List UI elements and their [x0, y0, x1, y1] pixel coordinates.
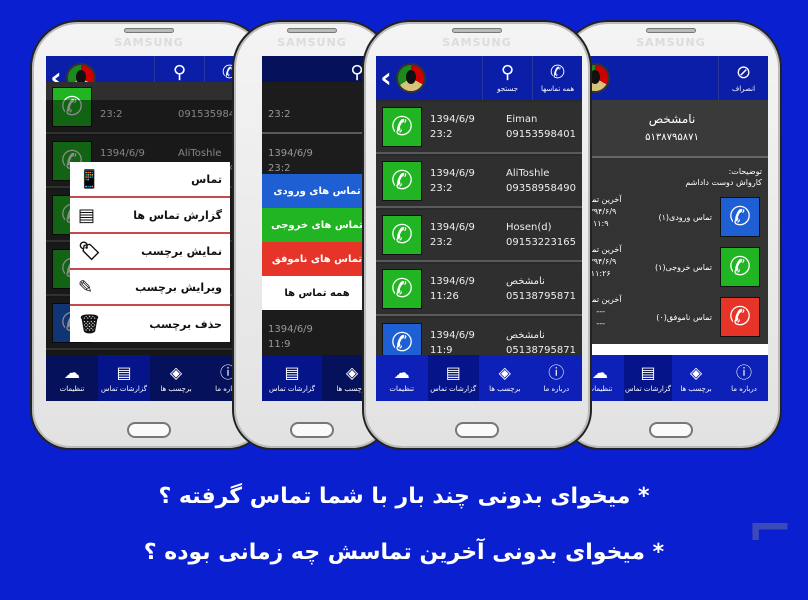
context-menu: 📱 تماس ▤ گزارش تماس ها 🏷 نمایش برچسب ✎ ویرای… — [70, 162, 230, 342]
blank-area — [576, 344, 768, 355]
home-button — [649, 422, 693, 438]
outgoing-call-icon: ✆ — [382, 215, 422, 255]
contact-notes: توضیحات: کارواش دوست داداشم — [685, 167, 762, 187]
speaker — [124, 28, 174, 33]
nav-settings[interactable]: ☁ تنظیمات — [46, 355, 98, 401]
bottom-nav: ☁ تنظیمات ▤ گزارشات تماس ◈ برچسب ها ⓘ درباره… — [46, 355, 254, 401]
bottom-nav: ☁ تنظیمات ▤ گزارشات تماس ◈ برچسب ها ⓘ درباره… — [376, 355, 582, 401]
nav-call-reports[interactable]: ▤ گزارشات تماس — [262, 355, 322, 401]
call-row[interactable]: ✆ 1394/6/9 23:2 Hosen(d) 09153223165 — [376, 210, 582, 262]
cancel-icon: ⊘ — [735, 62, 752, 83]
filter-all[interactable]: همه تماس ها — [262, 276, 372, 310]
stat-missed: آخرین تماس --- --- تماس ناموفق(۰) ✆ — [576, 292, 768, 342]
contact-name: نامشخص — [648, 112, 696, 126]
about-info-icon: ⓘ — [735, 362, 752, 382]
screen-4: ⊘ انصراف نامشخص ۵۱۳۸۷۹۵۸۷۱ توضیحات: کاروا… — [576, 56, 768, 401]
speaker — [452, 28, 502, 33]
call-row[interactable]: ✆ 1394/6/9 11:26 نامشخص 05138795871 — [376, 264, 582, 316]
phone-mockup-3: SAMSUNG ‹ ⚲ جستجو ✆ همه تماسها ✆ 1394/6/9 23… — [362, 20, 592, 450]
stat-incoming: آخرین تماس ۱۳۹۴/۶/۹ ۱۱:۹ تماس ورودی(۱) ✆ — [576, 192, 768, 242]
call-row[interactable]: ✆ 1394/6/9 23:2 Eiman 09153598401 — [376, 102, 582, 154]
all-calls-button[interactable]: ✆همه تماسها — [532, 56, 582, 100]
call-report-icon: ▤ — [640, 362, 656, 382]
tag-icon: ◈ — [498, 362, 511, 382]
outgoing-call-icon: ✆ — [382, 161, 422, 201]
contact-number: ۵۱۳۸۷۹۵۸۷۱ — [645, 132, 699, 143]
nav-call-reports[interactable]: ▤ گزارشات تماس — [624, 355, 672, 401]
device-brand: SAMSUNG — [114, 36, 184, 49]
nav-tags[interactable]: ◈ برچسب ها — [150, 355, 202, 401]
cancel-button[interactable]: ⊘ انصراف — [718, 56, 768, 100]
phone-icon: ✆ — [549, 62, 566, 83]
nav-call-reports[interactable]: ▤ گزارشات تماس — [98, 355, 150, 401]
search-button[interactable]: ⚲جستجو — [482, 56, 532, 100]
tag-icon: ◈ — [689, 362, 703, 382]
headline-2: * میخوای بدونی آخرین تماسش چه زمانی بوده… — [143, 540, 665, 565]
filter-menu: تماس های ورودی تماس های خروجی تماس های ن… — [262, 174, 372, 310]
call-row[interactable]: ✆1394/6/923:2AliToshle09358958490 — [376, 156, 582, 208]
menu-item-delete-tag[interactable]: 🗑 حذف برچسب — [70, 306, 230, 342]
phone-device-icon: 📱 — [78, 168, 101, 190]
nav-tags[interactable]: ◈ برچسب ها — [479, 355, 531, 401]
outgoing-call-icon: ✆ — [382, 269, 422, 309]
nav-about[interactable]: ⓘ درباره ما — [531, 355, 583, 401]
stat-outgoing: آخرین تماس ۱۳۹۴/۶/۹ ۱۱:۲۶ تماس خروجی(۱) ✆ — [576, 242, 768, 292]
top-bar: ‹ ⚲جستجو ✆همه تماسها — [376, 56, 582, 100]
filter-outgoing[interactable]: تماس های خروجی — [262, 208, 372, 242]
nav-about[interactable]: ⓘ درباره ما — [720, 355, 768, 401]
trash-icon: 🗑 — [78, 313, 101, 335]
incoming-call-icon: ✆ — [720, 197, 760, 237]
device-brand: SAMSUNG — [636, 36, 706, 49]
search-icon: ⚲ — [500, 62, 515, 83]
phone-mockup-4: SAMSUNG ⊘ انصراف نامشخص ۵۱۳۸۷۹۵۸۷۱ توضیحا… — [560, 20, 782, 450]
headline-1: * میخوای بدونی چند بار با شما تماس گرفته… — [158, 484, 650, 509]
tag-icon: 🏷 — [78, 240, 101, 262]
speaker — [646, 28, 696, 33]
settings-cloud-icon: ☁ — [393, 362, 410, 382]
settings-cloud-icon: ☁ — [64, 362, 80, 382]
missed-call-icon: ✆ — [720, 297, 760, 337]
call-report-icon: ▤ — [116, 362, 132, 382]
filter-missed[interactable]: تماس های ناموفق — [262, 242, 372, 276]
home-button — [290, 422, 334, 438]
nav-settings[interactable]: ☁ تنظیمات — [376, 355, 428, 401]
device-brand: SAMSUNG — [442, 36, 512, 49]
nav-call-reports[interactable]: ▤ گزارشات تماس — [427, 355, 479, 401]
settings-cloud-icon: ☁ — [592, 362, 608, 382]
store-watermark-logo: ⌐ — [746, 497, 794, 562]
screen-3: ‹ ⚲ جستجو ✆ همه تماسها ✆ 1394/6/9 23:2 Eiman 0… — [376, 56, 582, 401]
screen-1: ‹ ⚲جستجو ✆همه تماسها ✆ 23:2 09153598401 … — [46, 56, 254, 401]
filter-incoming[interactable]: تماس های ورودی — [262, 174, 372, 208]
menu-item-show-tag[interactable]: 🏷 نمایش برچسب — [70, 234, 230, 270]
contact-header: نامشخص ۵۱۳۸۷۹۵۸۷۱ — [576, 100, 768, 158]
outgoing-call-icon: ✆ — [720, 247, 760, 287]
top-bar: ⊘ انصراف — [576, 56, 768, 100]
menu-item-call-report[interactable]: ▤ گزارش تماس ها — [70, 198, 230, 234]
call-report-icon: ▤ — [284, 362, 300, 382]
search-icon: ⚲ — [172, 62, 187, 83]
about-info-icon: ⓘ — [548, 362, 565, 382]
tag-icon: ◈ — [345, 362, 359, 382]
nav-tags[interactable]: ◈ برچسب ها — [672, 355, 720, 401]
home-button — [455, 422, 499, 438]
call-report-icon: ▤ — [78, 204, 96, 226]
bottom-nav: ☁ تنظیمات ▤ گزارشات تماس ◈ برچسب ها ⓘ درباره… — [576, 355, 768, 401]
call-report-icon: ▤ — [445, 362, 461, 382]
speaker — [287, 28, 337, 33]
menu-item-edit-tag[interactable]: ✎ ویرایش برچسب — [70, 270, 230, 306]
outgoing-call-icon: ✆ — [382, 107, 422, 147]
back-icon[interactable]: ‹ — [376, 56, 396, 100]
menu-item-call[interactable]: 📱 تماس — [70, 162, 230, 198]
app-logo-avatar — [396, 63, 426, 93]
tag-icon: ◈ — [169, 362, 183, 382]
tag-edit-icon: ✎ — [78, 276, 94, 298]
home-button — [127, 422, 171, 438]
